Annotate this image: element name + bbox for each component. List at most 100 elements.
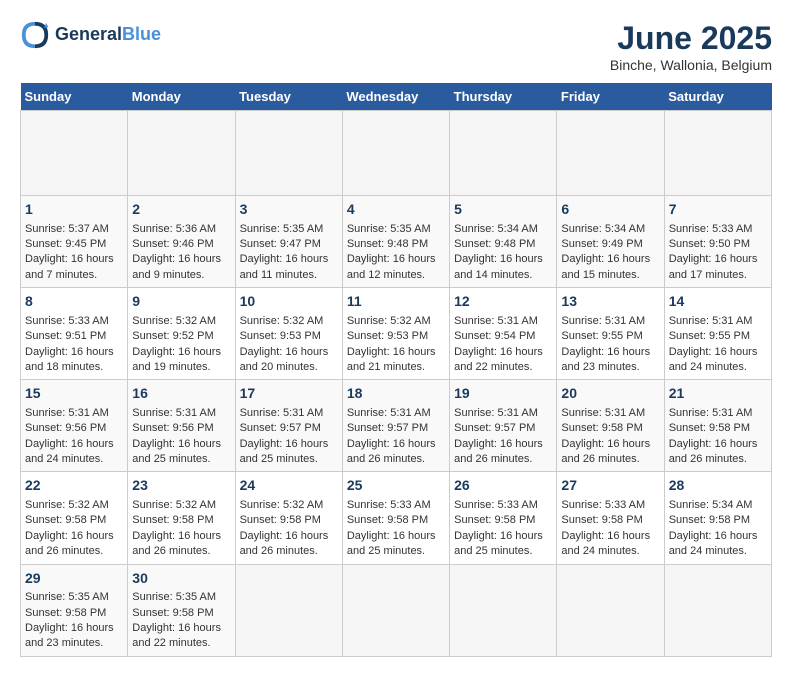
sunrise-text: Sunrise: 5:32 AM bbox=[132, 315, 216, 327]
day-number: 13 bbox=[561, 292, 659, 312]
daylight-text: Daylight: 16 hours and 25 minutes. bbox=[454, 530, 543, 557]
sunset-text: Sunset: 9:58 PM bbox=[561, 422, 642, 434]
page-header: GeneralBlue June 2025 Binche, Wallonia, … bbox=[20, 20, 772, 73]
calendar-cell bbox=[450, 564, 557, 656]
daylight-text: Daylight: 16 hours and 25 minutes. bbox=[347, 530, 436, 557]
calendar-cell: 14Sunrise: 5:31 AMSunset: 9:55 PMDayligh… bbox=[664, 288, 771, 380]
sunset-text: Sunset: 9:58 PM bbox=[454, 514, 535, 526]
logo-text: GeneralBlue bbox=[55, 25, 161, 45]
calendar-cell: 13Sunrise: 5:31 AMSunset: 9:55 PMDayligh… bbox=[557, 288, 664, 380]
sunset-text: Sunset: 9:55 PM bbox=[669, 330, 750, 342]
sunrise-text: Sunrise: 5:31 AM bbox=[25, 407, 109, 419]
day-number: 12 bbox=[454, 292, 552, 312]
calendar-cell: 21Sunrise: 5:31 AMSunset: 9:58 PMDayligh… bbox=[664, 380, 771, 472]
day-number: 30 bbox=[132, 569, 230, 589]
calendar-cell bbox=[235, 111, 342, 196]
day-number: 25 bbox=[347, 476, 445, 496]
calendar-cell: 12 Sunrise: 5:31 AM Sunset: 9:54 PM Dayligh… bbox=[450, 288, 557, 380]
sunset-text: Sunset: 9:50 PM bbox=[669, 238, 750, 250]
sunset-text: Sunset: 9:58 PM bbox=[132, 607, 213, 619]
daylight-text: Daylight: 16 hours and 14 minutes. bbox=[454, 253, 543, 280]
calendar-cell bbox=[557, 111, 664, 196]
day-number: 8 bbox=[25, 292, 123, 312]
day-number: 17 bbox=[240, 384, 338, 404]
calendar-cell: 11Sunrise: 5:32 AMSunset: 9:53 PMDayligh… bbox=[342, 288, 449, 380]
daylight-text: Daylight: 16 hours and 21 minutes. bbox=[347, 346, 436, 373]
sunrise-text: Sunrise: 5:32 AM bbox=[240, 315, 324, 327]
calendar-cell bbox=[664, 111, 771, 196]
day-number: 9 bbox=[132, 292, 230, 312]
calendar-cell bbox=[450, 111, 557, 196]
sunrise-text: Sunrise: 5:31 AM bbox=[561, 315, 645, 327]
sunrise-text: Sunrise: 5:36 AM bbox=[132, 223, 216, 235]
daylight-text: Daylight: 16 hours and 15 minutes. bbox=[561, 253, 650, 280]
sunrise-text: Sunrise: 5:33 AM bbox=[347, 499, 431, 511]
daylight-text: Daylight: 16 hours and 20 minutes. bbox=[240, 346, 329, 373]
day-header-thursday: Thursday bbox=[450, 83, 557, 111]
sunset-text: Sunset: 9:45 PM bbox=[25, 238, 106, 250]
calendar-cell: 19Sunrise: 5:31 AMSunset: 9:57 PMDayligh… bbox=[450, 380, 557, 472]
daylight-text: Daylight: 16 hours and 22 minutes. bbox=[132, 622, 221, 649]
sunrise-text: Sunrise: 5:31 AM bbox=[132, 407, 216, 419]
calendar-cell: 22Sunrise: 5:32 AMSunset: 9:58 PMDayligh… bbox=[21, 472, 128, 564]
daylight-text: Daylight: 16 hours and 22 minutes. bbox=[454, 346, 543, 373]
sunrise-text: Sunrise: 5:33 AM bbox=[669, 223, 753, 235]
sunrise-text: Sunrise: 5:31 AM bbox=[561, 407, 645, 419]
calendar-cell: 1Sunrise: 5:37 AMSunset: 9:45 PMDaylight… bbox=[21, 196, 128, 288]
day-number: 18 bbox=[347, 384, 445, 404]
daylight-text: Daylight: 16 hours and 24 minutes. bbox=[669, 530, 758, 557]
sunrise-text: Sunrise: 5:31 AM bbox=[240, 407, 324, 419]
day-number: 1 bbox=[25, 200, 123, 220]
calendar-cell: 9Sunrise: 5:32 AMSunset: 9:52 PMDaylight… bbox=[128, 288, 235, 380]
sunset-text: Sunset: 9:47 PM bbox=[240, 238, 321, 250]
sunset-text: Sunset: 9:56 PM bbox=[132, 422, 213, 434]
day-number: 4 bbox=[347, 200, 445, 220]
sunrise-text: Sunrise: 5:33 AM bbox=[25, 315, 109, 327]
daylight-text: Daylight: 16 hours and 11 minutes. bbox=[240, 253, 329, 280]
sunrise-text: Sunrise: 5:32 AM bbox=[132, 499, 216, 511]
sunrise-text: Sunrise: 5:31 AM bbox=[454, 315, 538, 327]
daylight-text: Daylight: 16 hours and 18 minutes. bbox=[25, 346, 114, 373]
daylight-text: Daylight: 16 hours and 9 minutes. bbox=[132, 253, 221, 280]
sunset-text: Sunset: 9:48 PM bbox=[347, 238, 428, 250]
daylight-text: Daylight: 16 hours and 19 minutes. bbox=[132, 346, 221, 373]
week-row-3: 15Sunrise: 5:31 AMSunset: 9:56 PMDayligh… bbox=[21, 380, 772, 472]
calendar-cell bbox=[235, 564, 342, 656]
calendar-cell: 28Sunrise: 5:34 AMSunset: 9:58 PMDayligh… bbox=[664, 472, 771, 564]
calendar-cell: 30Sunrise: 5:35 AMSunset: 9:58 PMDayligh… bbox=[128, 564, 235, 656]
sunset-text: Sunset: 9:58 PM bbox=[347, 514, 428, 526]
calendar-cell: 16Sunrise: 5:31 AMSunset: 9:56 PMDayligh… bbox=[128, 380, 235, 472]
week-row-0 bbox=[21, 111, 772, 196]
day-number: 11 bbox=[347, 292, 445, 312]
day-number: 26 bbox=[454, 476, 552, 496]
day-number: 22 bbox=[25, 476, 123, 496]
calendar-cell bbox=[664, 564, 771, 656]
day-number: 23 bbox=[132, 476, 230, 496]
sunset-text: Sunset: 9:58 PM bbox=[240, 514, 321, 526]
daylight-text: Daylight: 16 hours and 23 minutes. bbox=[561, 346, 650, 373]
week-row-2: 8Sunrise: 5:33 AMSunset: 9:51 PMDaylight… bbox=[21, 288, 772, 380]
daylight-text: Daylight: 16 hours and 25 minutes. bbox=[240, 438, 329, 465]
calendar-cell: 18Sunrise: 5:31 AMSunset: 9:57 PMDayligh… bbox=[342, 380, 449, 472]
day-number: 5 bbox=[454, 200, 552, 220]
week-row-5: 29Sunrise: 5:35 AMSunset: 9:58 PMDayligh… bbox=[21, 564, 772, 656]
day-number: 20 bbox=[561, 384, 659, 404]
sunset-text: Sunset: 9:54 PM bbox=[454, 330, 535, 342]
sunset-text: Sunset: 9:58 PM bbox=[669, 422, 750, 434]
daylight-text: Daylight: 16 hours and 23 minutes. bbox=[25, 622, 114, 649]
calendar-cell: 26Sunrise: 5:33 AMSunset: 9:58 PMDayligh… bbox=[450, 472, 557, 564]
sunrise-text: Sunrise: 5:37 AM bbox=[25, 223, 109, 235]
sunset-text: Sunset: 9:49 PM bbox=[561, 238, 642, 250]
location: Binche, Wallonia, Belgium bbox=[610, 57, 772, 73]
sunrise-text: Sunrise: 5:31 AM bbox=[669, 407, 753, 419]
calendar-cell bbox=[128, 111, 235, 196]
sunrise-text: Sunrise: 5:32 AM bbox=[240, 499, 324, 511]
daylight-text: Daylight: 16 hours and 25 minutes. bbox=[132, 438, 221, 465]
daylight-text: Daylight: 16 hours and 26 minutes. bbox=[347, 438, 436, 465]
sunset-text: Sunset: 9:58 PM bbox=[25, 607, 106, 619]
sunrise-text: Sunrise: 5:35 AM bbox=[25, 591, 109, 603]
calendar-cell bbox=[557, 564, 664, 656]
calendar-cell: 25 Sunrise: 5:33 AM Sunset: 9:58 PM Dayligh… bbox=[342, 472, 449, 564]
day-header-sunday: Sunday bbox=[21, 83, 128, 111]
sunrise-text: Sunrise: 5:33 AM bbox=[561, 499, 645, 511]
